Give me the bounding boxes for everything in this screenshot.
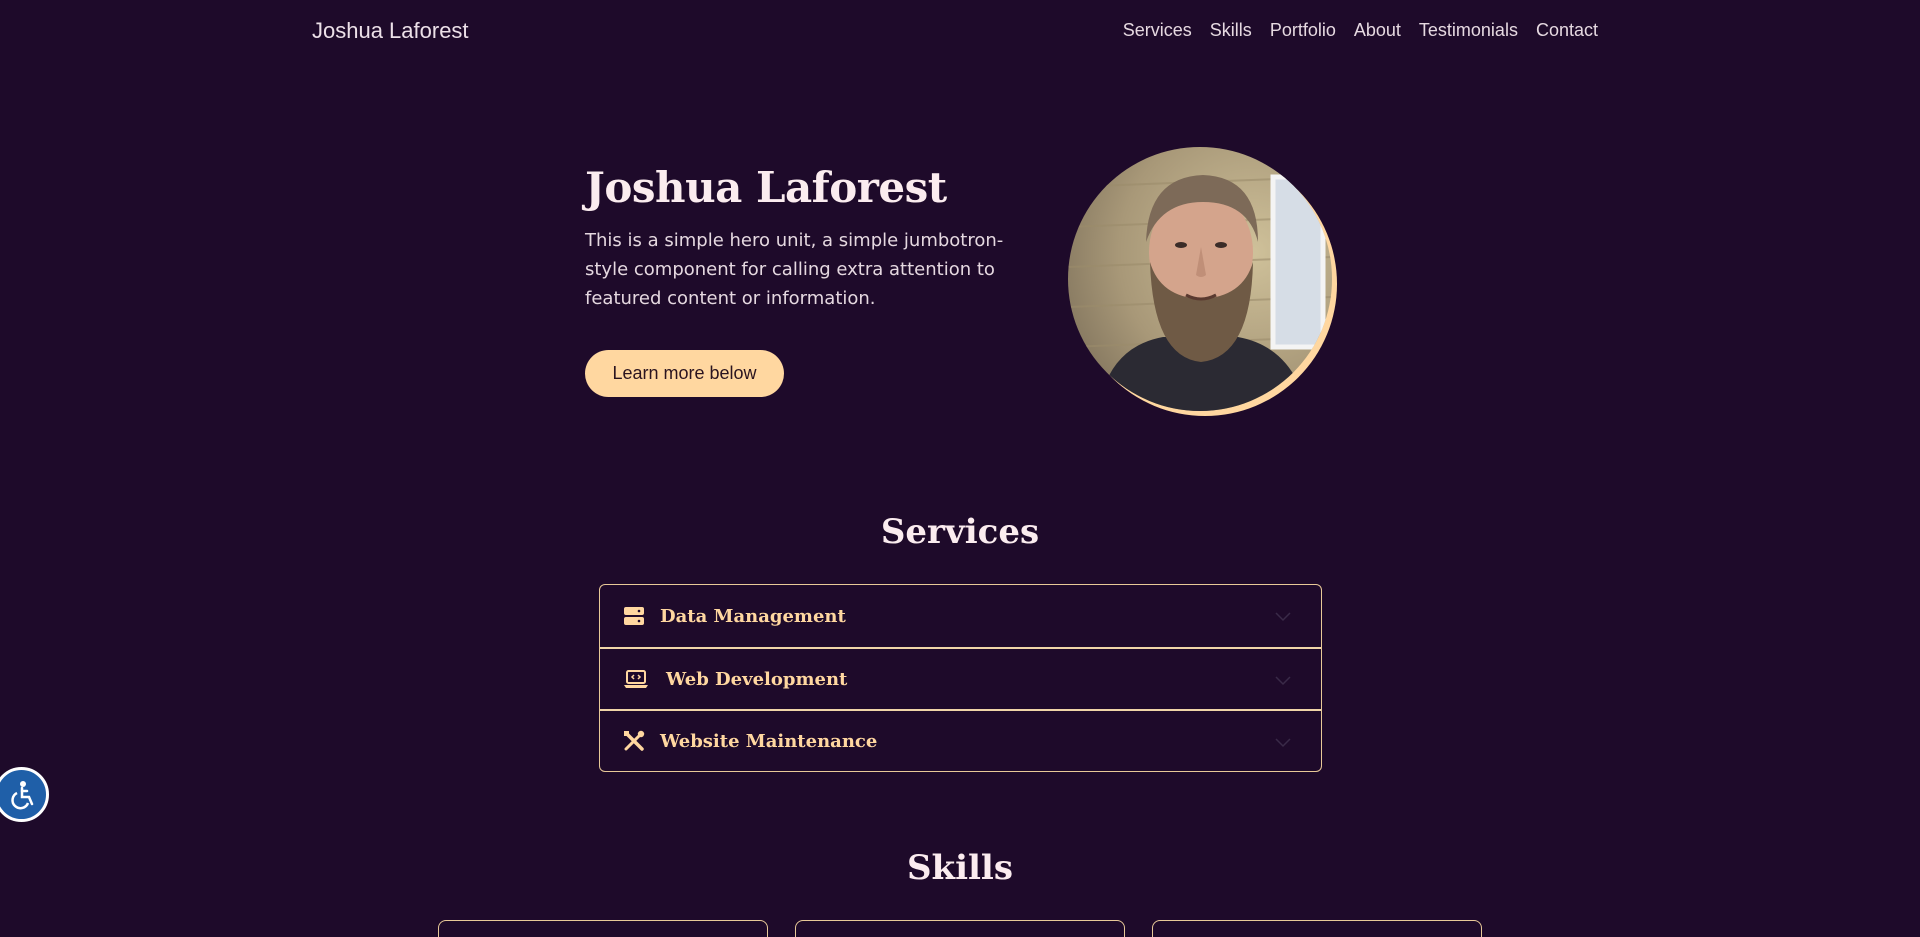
profile-photo [1068,147,1340,419]
portrait-illustration [1068,174,1332,411]
accordion-item-website-maintenance[interactable]: Website Maintenance [600,709,1321,771]
laptop-code-icon [622,667,650,691]
hero-text: This is a simple hero unit, a simple jum… [585,230,1004,309]
nav-link-contact[interactable]: Contact [1536,20,1598,41]
hero-title: Joshua Laforest [585,163,947,212]
nav-link-testimonials[interactable]: Testimonials [1419,20,1518,41]
tools-icon [622,729,646,753]
accordion-label: Web Development [666,668,848,690]
wheelchair-icon [10,780,33,809]
brand-link[interactable]: Joshua Laforest [312,18,469,44]
nav-links: Services Skills Portfolio About Testimon… [1123,20,1598,41]
skill-card [795,920,1125,937]
navbar: Joshua Laforest Services Skills Portfoli… [0,0,1920,64]
accordion-item-data-management[interactable]: Data Management [600,585,1321,647]
accordion-label: Website Maintenance [660,730,878,752]
skill-card [1152,920,1482,937]
server-icon [622,604,646,628]
skill-card [438,920,768,937]
accordion-label: Data Management [660,605,846,627]
avatar [1068,147,1332,411]
accordion-item-web-development[interactable]: Web Development [600,647,1321,709]
nav-link-skills[interactable]: Skills [1210,20,1252,41]
nav-link-services[interactable]: Services [1123,20,1192,41]
learn-more-button[interactable]: Learn more below [585,350,784,397]
chevron-down-icon [1275,673,1291,691]
chevron-down-icon [1275,735,1291,753]
accessibility-button[interactable] [0,767,49,822]
chevron-down-icon [1275,609,1291,627]
services-accordion: Data Management Web Development Website … [599,584,1322,772]
nav-link-portfolio[interactable]: Portfolio [1270,20,1336,41]
services-title: Services [880,512,1040,552]
skills-title: Skills [906,848,1013,888]
nav-link-about[interactable]: About [1354,20,1401,41]
